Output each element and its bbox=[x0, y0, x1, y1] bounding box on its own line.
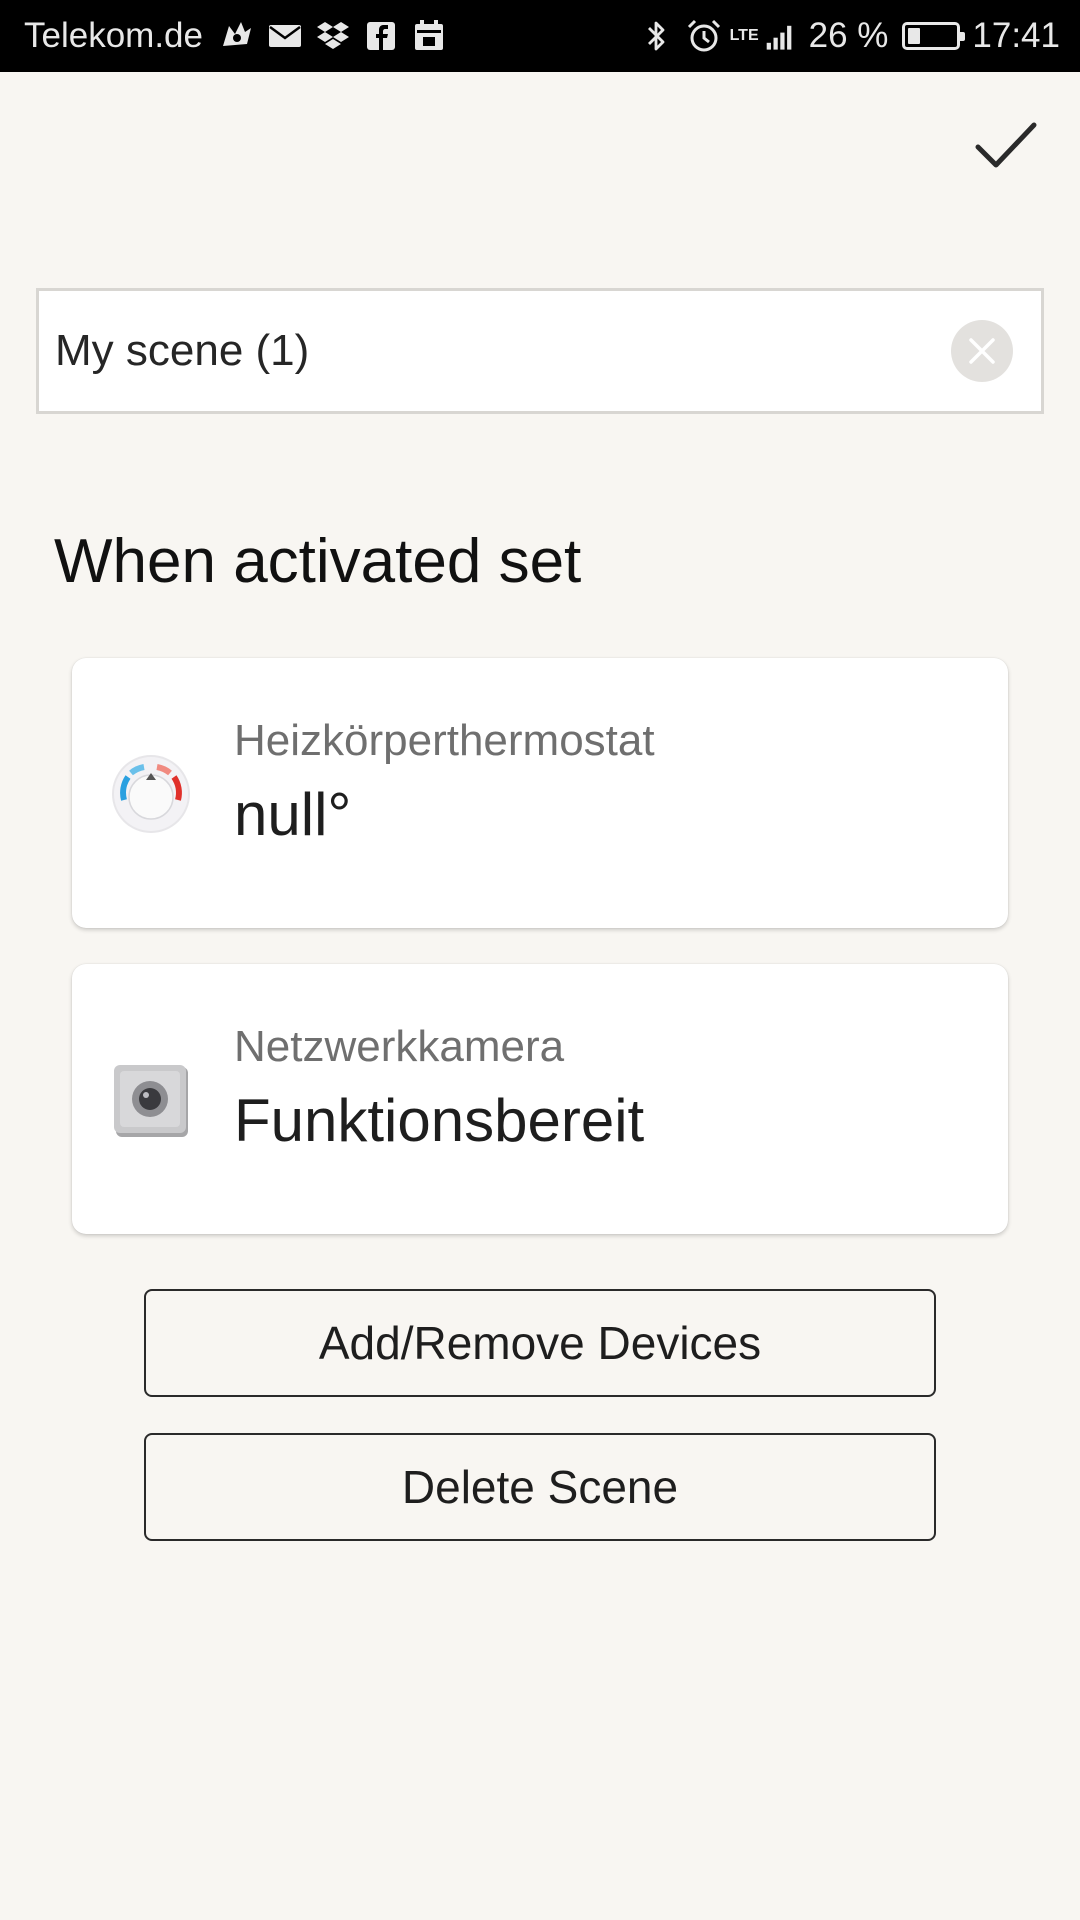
device-value: null° bbox=[234, 781, 352, 848]
scene-name-input[interactable] bbox=[55, 291, 955, 411]
alarm-icon bbox=[687, 19, 720, 52]
save-button[interactable] bbox=[966, 110, 1046, 180]
camera-icon bbox=[114, 1065, 188, 1137]
section-title: When activated set bbox=[54, 527, 582, 596]
battery-icon bbox=[902, 22, 966, 50]
dropbox-icon bbox=[316, 22, 349, 49]
device-card-camera[interactable]: Netzwerkkamera Funktionsbereit bbox=[72, 964, 1008, 1234]
facebook-icon bbox=[366, 22, 395, 50]
status-bar-left: Telekom.de bbox=[24, 16, 453, 56]
clear-icon bbox=[969, 338, 995, 364]
carrier-label: Telekom.de bbox=[24, 16, 203, 55]
cat-icon bbox=[222, 22, 251, 46]
thermostat-icon bbox=[112, 755, 190, 833]
status-bar-right: LTE 26 % 17:41 bbox=[632, 16, 1060, 56]
scene-name-field bbox=[36, 288, 1044, 414]
battery-percent: 26 % bbox=[808, 16, 889, 55]
device-name: Heizkörperthermostat bbox=[234, 716, 655, 765]
bluetooth-icon bbox=[647, 21, 664, 51]
device-name: Netzwerkkamera bbox=[234, 1022, 565, 1071]
device-card-thermostat[interactable]: Heizkörperthermostat null° bbox=[72, 658, 1008, 928]
battery-fill bbox=[908, 28, 921, 44]
add-remove-devices-button[interactable]: Add/Remove Devices bbox=[144, 1289, 936, 1397]
clock: 17:41 bbox=[972, 16, 1060, 55]
device-value: Funktionsbereit bbox=[234, 1087, 645, 1154]
delete-scene-button[interactable]: Delete Scene bbox=[144, 1433, 936, 1541]
checkmark-icon bbox=[975, 122, 1037, 168]
mail-icon bbox=[268, 25, 301, 47]
calendar-icon bbox=[414, 20, 443, 50]
network-type-label: LTE bbox=[729, 27, 759, 44]
clear-button[interactable] bbox=[951, 320, 1013, 382]
signal-icon bbox=[766, 25, 791, 50]
status-bar: Telekom.de LTE 26 % 17:41 bbox=[0, 0, 1080, 72]
